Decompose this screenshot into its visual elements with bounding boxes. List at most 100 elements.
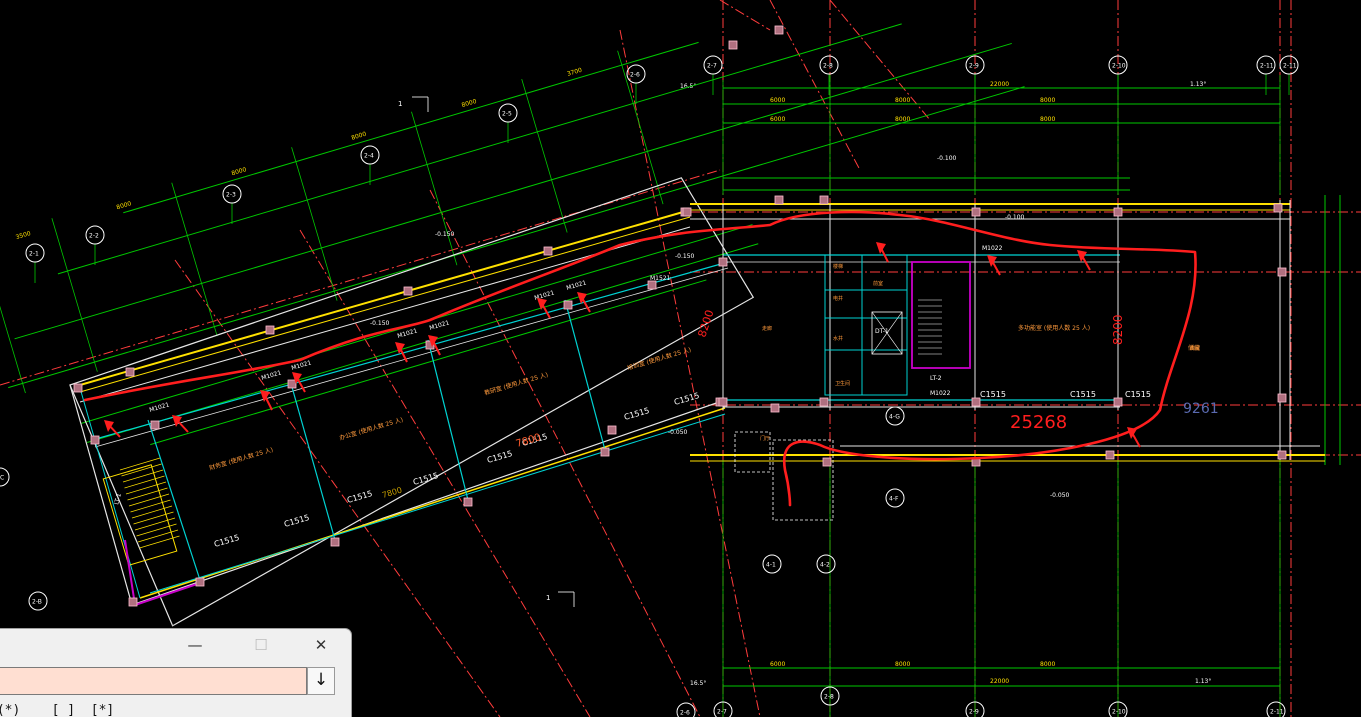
room-label: 财务室 (使用人数 25 人) [208, 445, 274, 471]
door-label: M1021 [261, 369, 283, 382]
dropdown-arrow-icon[interactable]: ↓ [307, 667, 335, 695]
outer-wall [69, 177, 755, 627]
dimension-text: 8000 [895, 116, 910, 123]
stair-tread [125, 481, 167, 495]
stair-label: LT-1 [113, 492, 123, 505]
column-marker [607, 425, 617, 435]
stair-tread [133, 511, 174, 525]
dimension-line [123, 41, 699, 214]
grid-bubble-label: 2-C [0, 475, 4, 482]
stair-tread [124, 475, 165, 489]
column-marker [563, 300, 573, 310]
column-marker [819, 195, 829, 205]
angle-label: 1.13° [1190, 81, 1206, 88]
grid-bubble-label: 4-2 [820, 562, 830, 569]
markup-number: 9261 [1183, 401, 1219, 417]
markup-number: 8200 [1111, 314, 1125, 345]
small-room-text: 走廊 [762, 325, 772, 332]
grid-bubble-label: 2-7 [707, 63, 717, 70]
door-label: M1021 [149, 401, 171, 414]
grid-bubble-label: 2-6 [680, 710, 690, 717]
column-marker [1277, 393, 1287, 403]
grid-bubble-label: 2-6 [630, 72, 640, 79]
dimension-text: 6000 [770, 97, 785, 104]
column-marker [822, 457, 832, 467]
level-label: -0.150 [675, 253, 695, 260]
small-room-text: 门厅 [760, 435, 770, 442]
stair-tread [121, 463, 162, 477]
grid-bubble-label: 2-8 [823, 63, 833, 70]
column-marker [774, 195, 784, 205]
grid-bubble-label: 2-11 [1260, 63, 1274, 70]
level-label: -0.150 [435, 231, 455, 238]
column-marker [774, 25, 784, 35]
column-marker [463, 497, 473, 507]
small-room-text: 水井 [833, 335, 843, 342]
maximize-button[interactable]: ☐ [247, 635, 275, 655]
view-marker: 1 [546, 594, 550, 602]
column-marker [728, 40, 738, 50]
view-marker: 1 [398, 100, 402, 108]
door-label: M1021 [429, 319, 451, 332]
grid-bubble-label: 4-F [889, 496, 899, 503]
column-marker [819, 397, 829, 407]
grid-bubble-label: 2-4 [364, 153, 374, 160]
partition-wall [147, 419, 201, 581]
stair-tread [139, 535, 180, 549]
minimize-button[interactable]: — [181, 635, 209, 655]
dimension-extension [617, 50, 664, 205]
axis-line [429, 189, 701, 717]
level-label: -0.050 [1050, 492, 1070, 499]
room-label: 办公室 (使用人数 25 人) [338, 415, 404, 441]
door-label: M1521 [650, 275, 671, 282]
door-label: M1021 [566, 279, 588, 292]
column-marker [1105, 450, 1115, 460]
column-marker [125, 367, 135, 377]
markup-number: 8200 [695, 308, 716, 339]
close-button[interactable]: ✕ [307, 635, 335, 655]
room-label: 多功能室 (使用人数 25 人) [1018, 324, 1090, 332]
level-label: -0.050 [668, 429, 688, 436]
window-label: C1515 [346, 489, 373, 505]
grid-bubble-label: 2-B [32, 599, 42, 606]
column-marker [1277, 450, 1287, 460]
dimension-extension [411, 111, 458, 266]
window-label: C1515 [980, 390, 1006, 399]
grid-bubble-label: 2-9 [969, 63, 979, 70]
command-input[interactable] [0, 667, 307, 695]
dimension-text: 22000 [990, 678, 1009, 685]
window-label: C1515 [623, 406, 650, 422]
grid-bubble-label: 4-G [889, 414, 900, 421]
column-marker [90, 435, 100, 445]
grid-bubble-label: 2-1 [29, 251, 39, 258]
cad-canvas[interactable]: 22000 6000 8000 8000 6000 8000 8000 22000 6000 80… [0, 0, 1361, 717]
small-room-text: 楼梯 [833, 263, 843, 270]
level-label: -0.100 [1005, 214, 1025, 221]
axis-line [0, 169, 721, 386]
level-label: -0.150 [370, 320, 390, 327]
markup-arrow-icon [876, 242, 886, 254]
dimension-text: 6000 [770, 116, 785, 123]
dimension-text: 8000 [1040, 116, 1055, 123]
inner-wall [79, 387, 141, 599]
dimension-text: 6000 [770, 661, 785, 668]
small-room-text: 库房 [1190, 345, 1200, 352]
dimension-extension [521, 78, 568, 233]
grid-bubble-label: 2-11 [1283, 63, 1297, 70]
column-marker [1277, 267, 1287, 277]
window-label: C1515 [1070, 390, 1096, 399]
column-marker [128, 597, 138, 607]
markup-number: 25268 [1010, 412, 1067, 433]
status-text: +(*) [ ] [*] [0, 703, 115, 717]
dimension-extension [171, 182, 218, 337]
dimension-text: 8000 [116, 200, 133, 211]
column-marker [971, 207, 981, 217]
column-marker [718, 397, 728, 407]
dimension-line [150, 279, 707, 446]
grid-bubble-label: 2-9 [969, 709, 979, 716]
floor-plan-drawing[interactable]: 22000 6000 8000 8000 6000 8000 8000 22000 6000 80… [0, 0, 1361, 717]
grid-bubble-label: 2-11 [1270, 709, 1284, 716]
dimension-text: 8000 [895, 661, 910, 668]
outer-wall [139, 407, 726, 599]
entry-steps [772, 439, 834, 521]
